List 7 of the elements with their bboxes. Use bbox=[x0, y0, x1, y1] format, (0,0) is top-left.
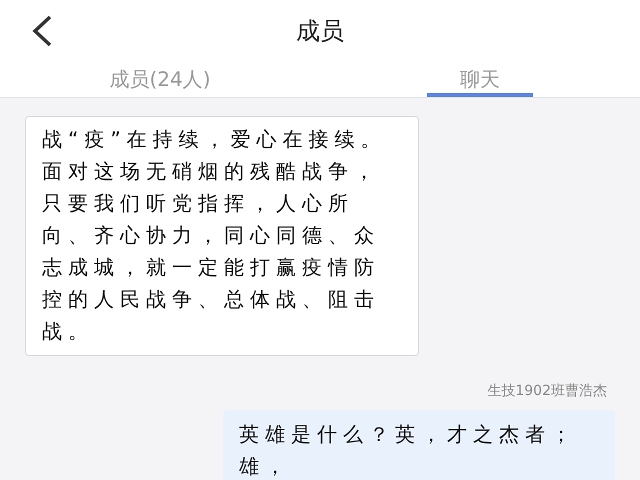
page-title: 成员 bbox=[296, 16, 344, 47]
tab[interactable]: 聊天 bbox=[427, 62, 533, 97]
message-bubble: 战“疫”在持续，爱心在接续。面对这场无硝烟的残酷战争，只要我们听党指挥，人心所向、齐心协力，同心同德、众志成城，就一定能打赢疫情防控的人民战争、总体战、阻击战。 bbox=[25, 116, 419, 356]
sender-name: 生技1902班曹浩杰 bbox=[487, 382, 607, 400]
tab[interactable]: 成员(24人) bbox=[107, 62, 213, 97]
back-icon[interactable] bbox=[30, 14, 54, 48]
message-bubble: 英雄是什么？英，才之杰者；雄， bbox=[223, 410, 615, 480]
